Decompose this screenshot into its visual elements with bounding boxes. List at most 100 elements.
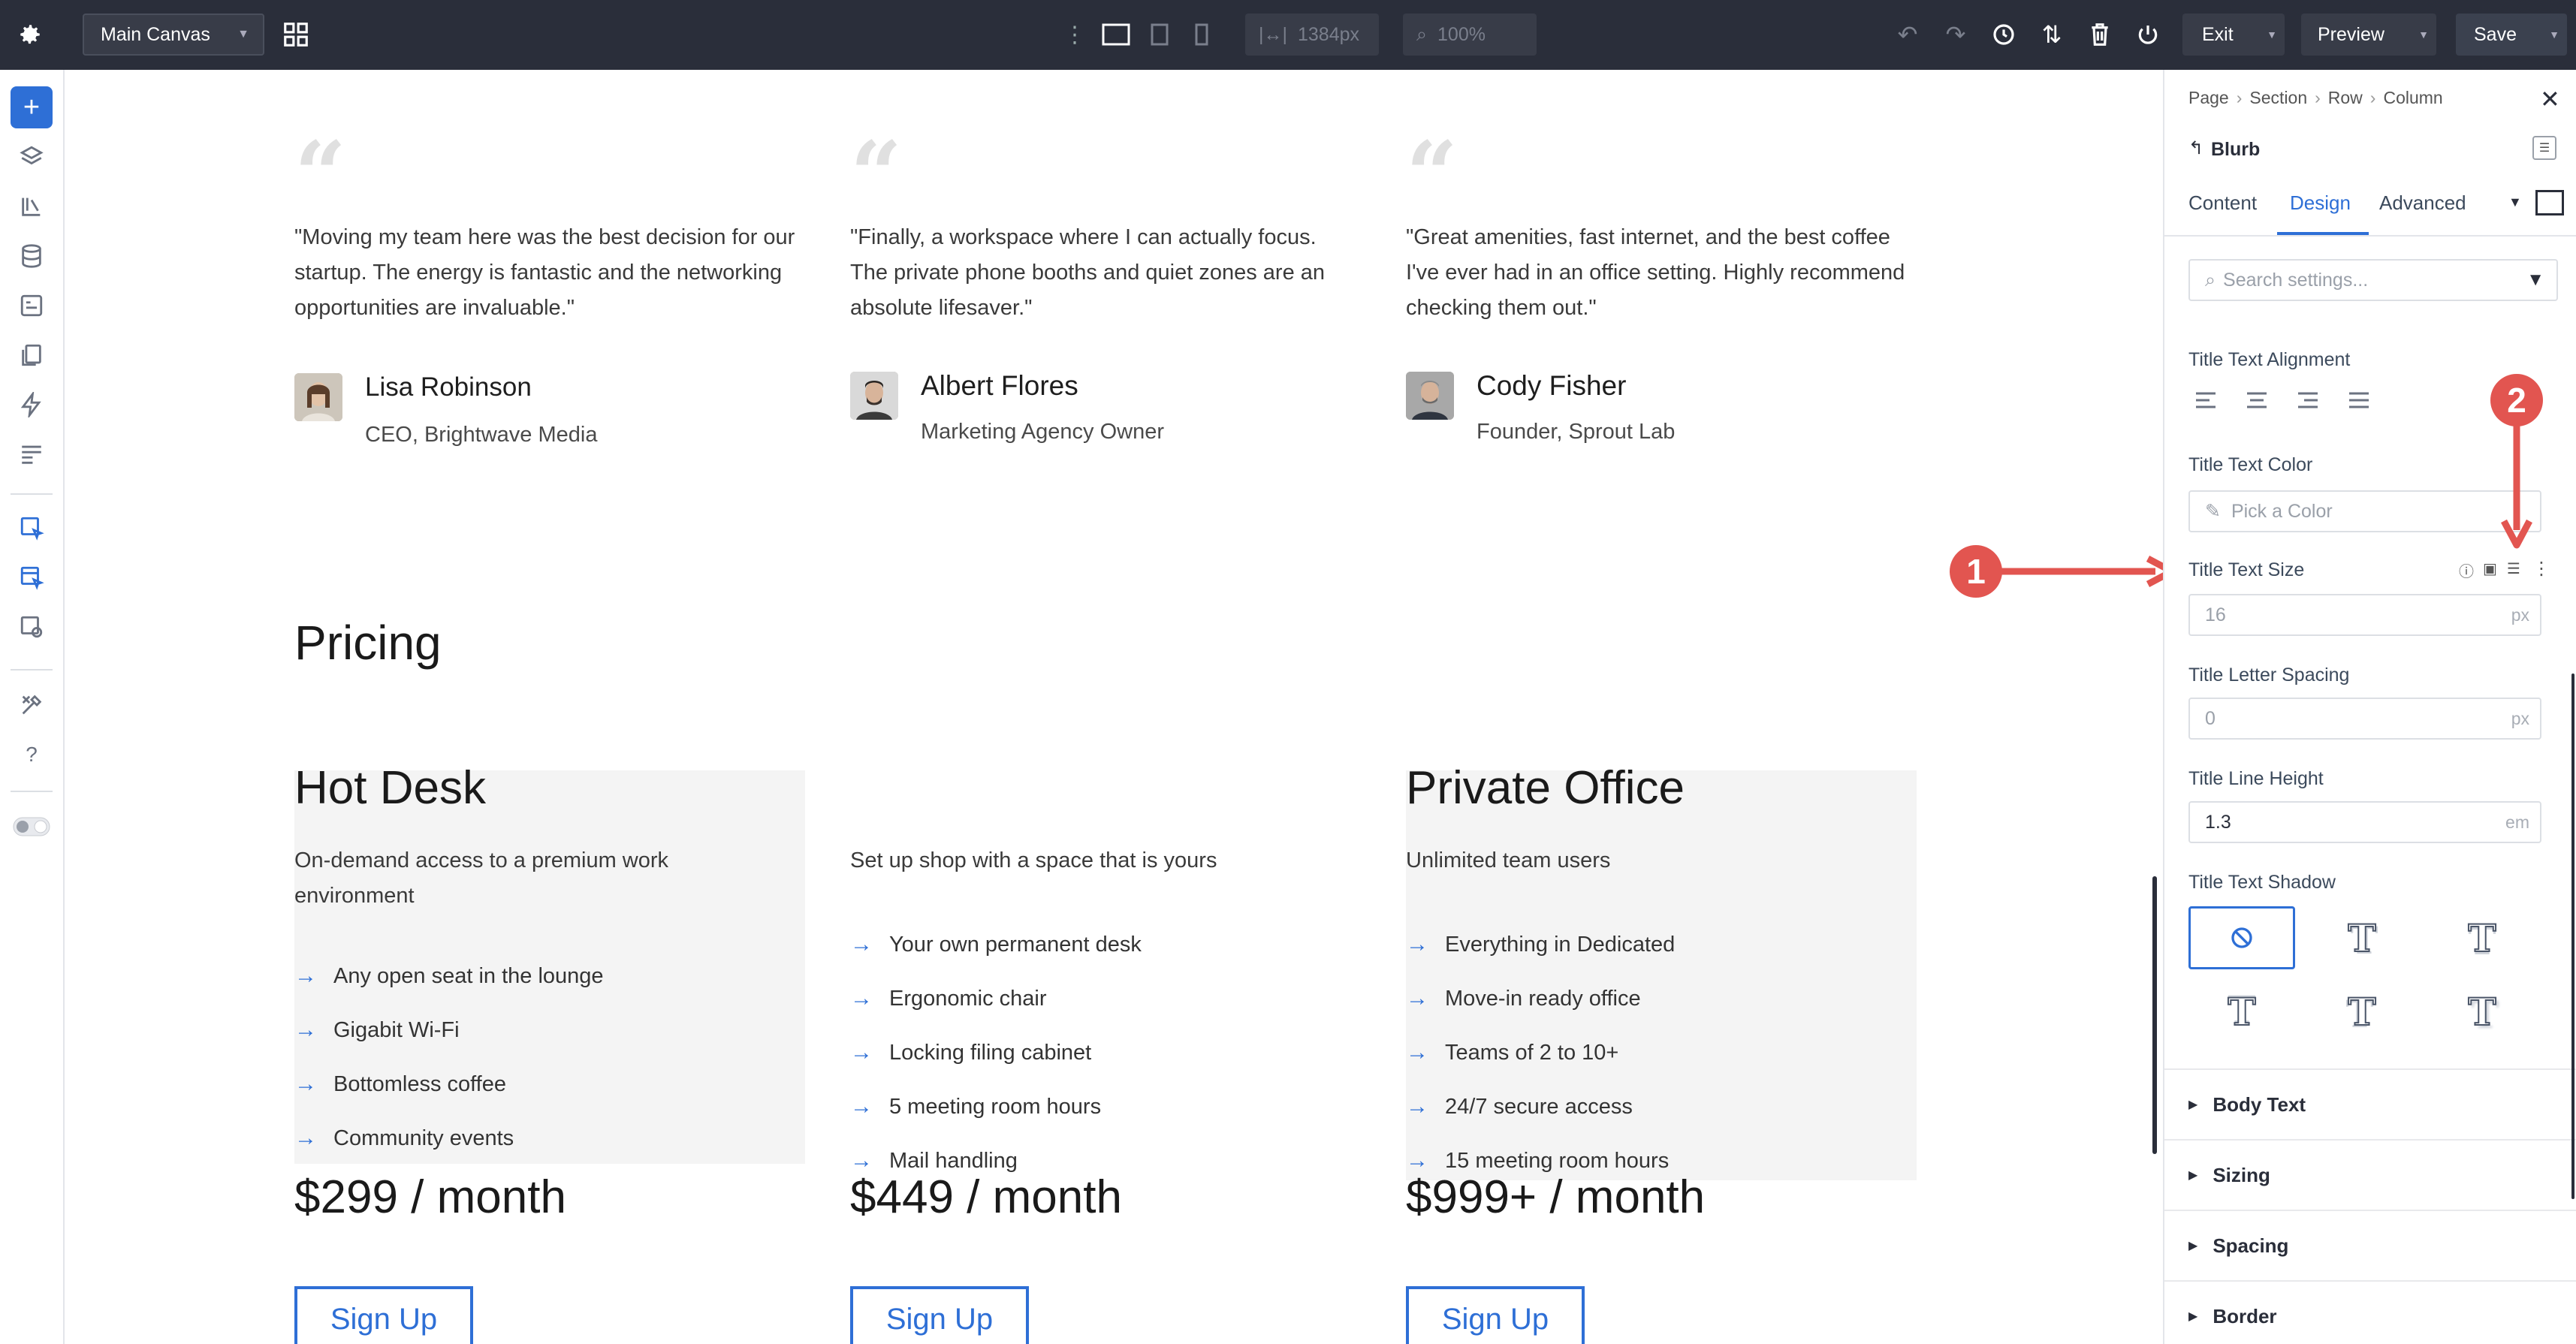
- breadcrumb-item[interactable]: Page: [2188, 88, 2229, 108]
- section-label: Body Text: [2213, 1092, 2306, 1116]
- visual-builder-icon[interactable]: [11, 556, 53, 598]
- tab-design[interactable]: Design: [2290, 191, 2351, 215]
- shadow-preset-icon[interactable]: T: [2429, 906, 2535, 969]
- info-icon[interactable]: ⓘ: [2459, 559, 2474, 581]
- library-icon[interactable]: [11, 185, 53, 228]
- more-vertical-icon[interactable]: ⋮: [1063, 20, 1086, 50]
- plan-feature-label: Teams of 2 to 10+: [1445, 1040, 1619, 1065]
- history-icon[interactable]: [1989, 20, 2019, 50]
- plan-feature: → Move-in ready office: [1406, 986, 1641, 1011]
- desktop-view-icon[interactable]: [1099, 20, 1133, 50]
- panel-scrollbar[interactable]: [2152, 876, 2157, 1154]
- pages-icon[interactable]: [11, 334, 53, 376]
- trash-icon[interactable]: [2085, 20, 2115, 50]
- title-text-size-label: Title Text Size: [2188, 559, 2305, 580]
- dynamic-content-icon[interactable]: ☰: [2507, 559, 2520, 578]
- plan-feature: → Bottomless coffee: [294, 1071, 506, 1097]
- toggle-switch[interactable]: [11, 806, 53, 848]
- testimonial-quote: "Finally, a workspace where I can actual…: [850, 225, 1326, 320]
- section-body-text[interactable]: ▶ Body Text: [2164, 1068, 2576, 1139]
- plan-feature-label: Your own permanent desk: [889, 932, 1142, 957]
- section-spacing[interactable]: ▶ Spacing: [2164, 1210, 2576, 1280]
- chevron-right-icon: ›: [2369, 88, 2376, 107]
- tab-advanced[interactable]: Advanced: [2379, 191, 2466, 215]
- shadow-preset-icon[interactable]: T: [2309, 906, 2415, 969]
- tab-content[interactable]: Content: [2188, 191, 2257, 215]
- grid-view-icon[interactable]: [278, 17, 314, 53]
- responsive-icon[interactable]: ▣: [2483, 559, 2497, 578]
- plan-feature-label: 15 meeting room hours: [1445, 1148, 1670, 1173]
- redo-icon[interactable]: ↷: [1941, 20, 1971, 50]
- panel-scrollbar-thumb[interactable]: [2571, 674, 2574, 1199]
- section-label: Spacing: [2213, 1234, 2289, 1257]
- plan-feature: → 5 meeting room hours: [850, 1094, 1101, 1119]
- annotation-number: 1: [1966, 552, 1986, 591]
- plan-feature: → Community events: [294, 1126, 514, 1151]
- align-center-icon[interactable]: [2246, 391, 2271, 413]
- layers-icon[interactable]: [11, 136, 53, 178]
- tools-icon[interactable]: [11, 684, 53, 726]
- phone-view-icon[interactable]: [1187, 20, 1217, 50]
- avatar: [294, 373, 342, 421]
- tabs-chevron-down-icon[interactable]: ▼: [2508, 194, 2522, 210]
- exit-button[interactable]: Exit ▼: [2182, 14, 2285, 56]
- breadcrumb-item[interactable]: Section: [2249, 88, 2307, 108]
- power-icon[interactable]: [2133, 20, 2163, 50]
- template-icon[interactable]: [11, 606, 53, 648]
- preview-mode-icon[interactable]: [2535, 190, 2564, 215]
- theme-builder-icon[interactable]: [11, 507, 53, 549]
- plan-price: $299 / month: [294, 1171, 566, 1223]
- section-label: Border: [2213, 1304, 2277, 1327]
- shadow-none-option[interactable]: [2188, 906, 2295, 969]
- shadow-preset-icon[interactable]: T: [2188, 980, 2295, 1043]
- back-arrow-icon[interactable]: ↰: [2188, 137, 2203, 159]
- form-icon[interactable]: [11, 285, 53, 327]
- sign-up-button-label: Sign Up: [885, 1303, 994, 1336]
- zoom-icon: ⌕: [1416, 23, 1428, 45]
- align-justify-icon[interactable]: [2348, 391, 2373, 413]
- preview-button[interactable]: Preview ▼: [2301, 14, 2436, 56]
- layout-icon[interactable]: [11, 433, 53, 475]
- filter-icon[interactable]: ▼: [2526, 270, 2544, 291]
- breadcrumb-item[interactable]: Row: [2328, 88, 2363, 108]
- line-height-unit: em: [2505, 812, 2529, 832]
- left-sidebar: + ?: [0, 70, 65, 1344]
- width-input[interactable]: |↔| 1384px: [1245, 14, 1379, 56]
- quote-mark-icon: “: [1406, 122, 1458, 228]
- arrow-right-icon: →: [850, 1094, 873, 1119]
- canvas-select[interactable]: Main Canvas ▼: [83, 14, 264, 56]
- panel-options-icon[interactable]: ☰: [2532, 136, 2556, 160]
- testimonial-role: Marketing Agency Owner: [921, 420, 1164, 444]
- sort-icon[interactable]: ⇅: [2037, 20, 2067, 50]
- plan-feature-label: Ergonomic chair: [889, 986, 1047, 1011]
- tablet-view-icon[interactable]: [1145, 20, 1175, 50]
- database-icon[interactable]: [11, 235, 53, 277]
- shadow-preset-icon[interactable]: T: [2429, 980, 2535, 1043]
- color-picker-input[interactable]: ✎ Pick a Color: [2188, 490, 2541, 532]
- settings-gear-icon[interactable]: [11, 15, 50, 54]
- triangle-right-icon: ▶: [2188, 1240, 2198, 1252]
- title-text-size-input[interactable]: 16 px: [2188, 594, 2541, 636]
- title-letter-spacing-input[interactable]: 0 px: [2188, 698, 2541, 740]
- add-icon[interactable]: +: [11, 86, 53, 128]
- help-icon[interactable]: ?: [11, 734, 53, 776]
- align-right-icon[interactable]: [2297, 391, 2322, 413]
- shadow-preset-icon[interactable]: T: [2309, 980, 2415, 1043]
- zoom-input[interactable]: ⌕ 100%: [1403, 14, 1537, 56]
- section-border[interactable]: ▶ Border: [2164, 1280, 2576, 1344]
- triangle-right-icon: ▶: [2188, 1169, 2198, 1182]
- save-button[interactable]: Save ▼: [2456, 14, 2567, 56]
- search-settings-input[interactable]: ⌕ Search settings... ▼: [2188, 259, 2558, 301]
- section-sizing[interactable]: ▶ Sizing: [2164, 1139, 2576, 1210]
- plan-feature: → 24/7 secure access: [1406, 1094, 1633, 1119]
- sign-up-button[interactable]: Sign Up: [850, 1286, 1029, 1344]
- breadcrumb-item[interactable]: Column: [2383, 88, 2442, 108]
- title-line-height-input[interactable]: 1.3 em: [2188, 801, 2541, 843]
- close-icon[interactable]: ✕: [2540, 85, 2560, 113]
- undo-icon[interactable]: ↶: [1893, 20, 1923, 50]
- lightning-icon[interactable]: [11, 384, 53, 426]
- more-options-icon[interactable]: ⋮: [2532, 558, 2550, 580]
- align-left-icon[interactable]: [2194, 391, 2220, 413]
- sign-up-button[interactable]: Sign Up: [294, 1286, 473, 1344]
- sign-up-button[interactable]: Sign Up: [1406, 1286, 1585, 1344]
